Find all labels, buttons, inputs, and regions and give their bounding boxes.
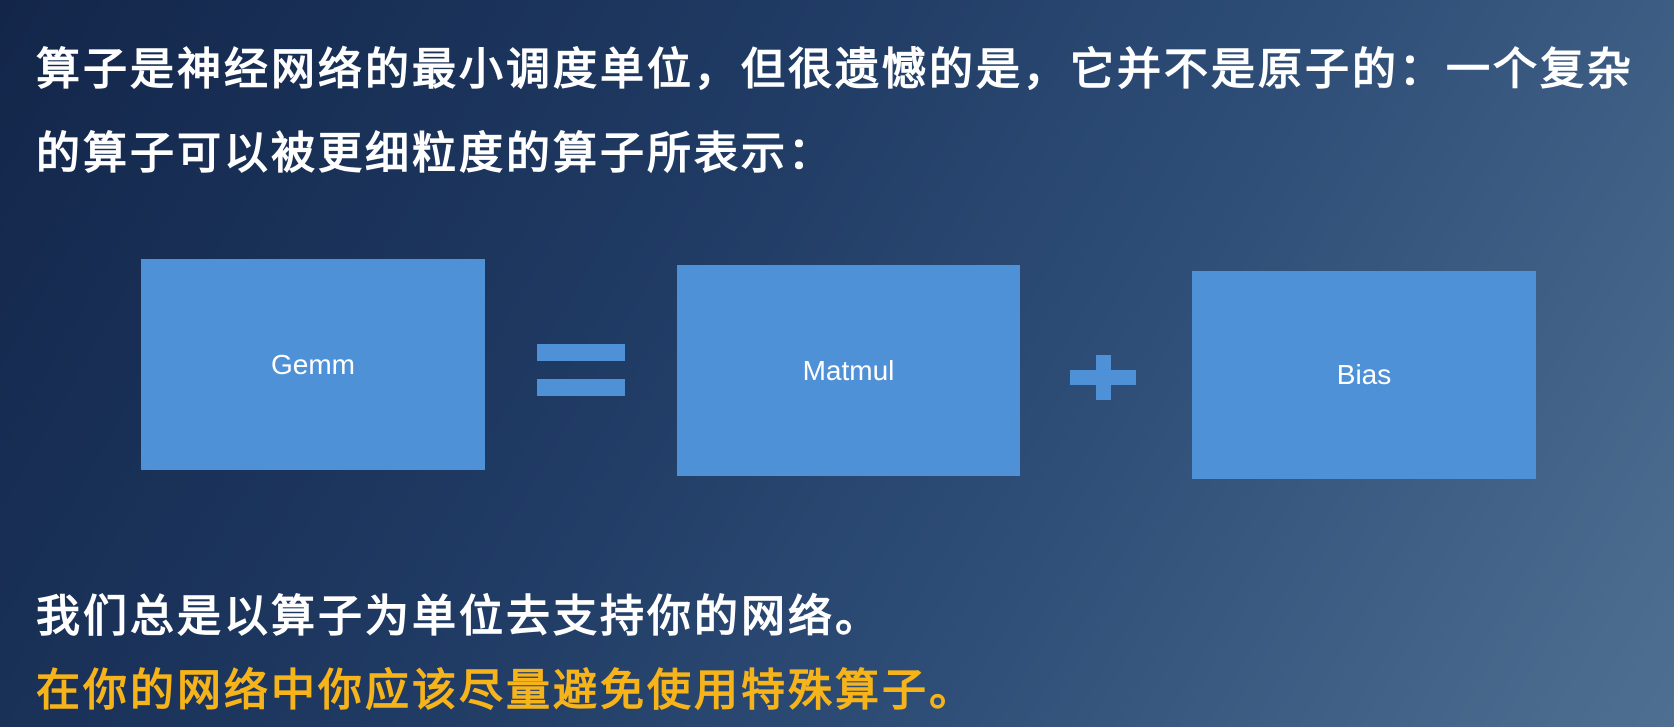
- note-avoid-special-operators: 在你的网络中你应该尽量避免使用特殊算子。: [36, 665, 976, 716]
- gemm-box: Gemm: [141, 259, 485, 470]
- bias-label: Bias: [1336, 359, 1392, 390]
- slide: 算子是神经网络的最小调度单位，但很遗憾的是，它并不是原子的：一个复杂的算子可以被…: [0, 0, 1674, 727]
- intro-text: 算子是神经网络的最小调度单位，但很遗憾的是，它并不是原子的：一个复杂的算子可以被…: [36, 44, 1634, 179]
- equals-icon: [537, 344, 625, 396]
- matmul-box: Matmul: [677, 265, 1020, 476]
- note-support-by-operator: 我们总是以算子为单位去支持你的网络。: [36, 591, 882, 642]
- gemm-label: Gemm: [271, 348, 355, 380]
- bias-box: Bias: [1192, 271, 1536, 479]
- matmul-label: Matmul: [802, 354, 895, 386]
- plus-icon: [1070, 355, 1136, 400]
